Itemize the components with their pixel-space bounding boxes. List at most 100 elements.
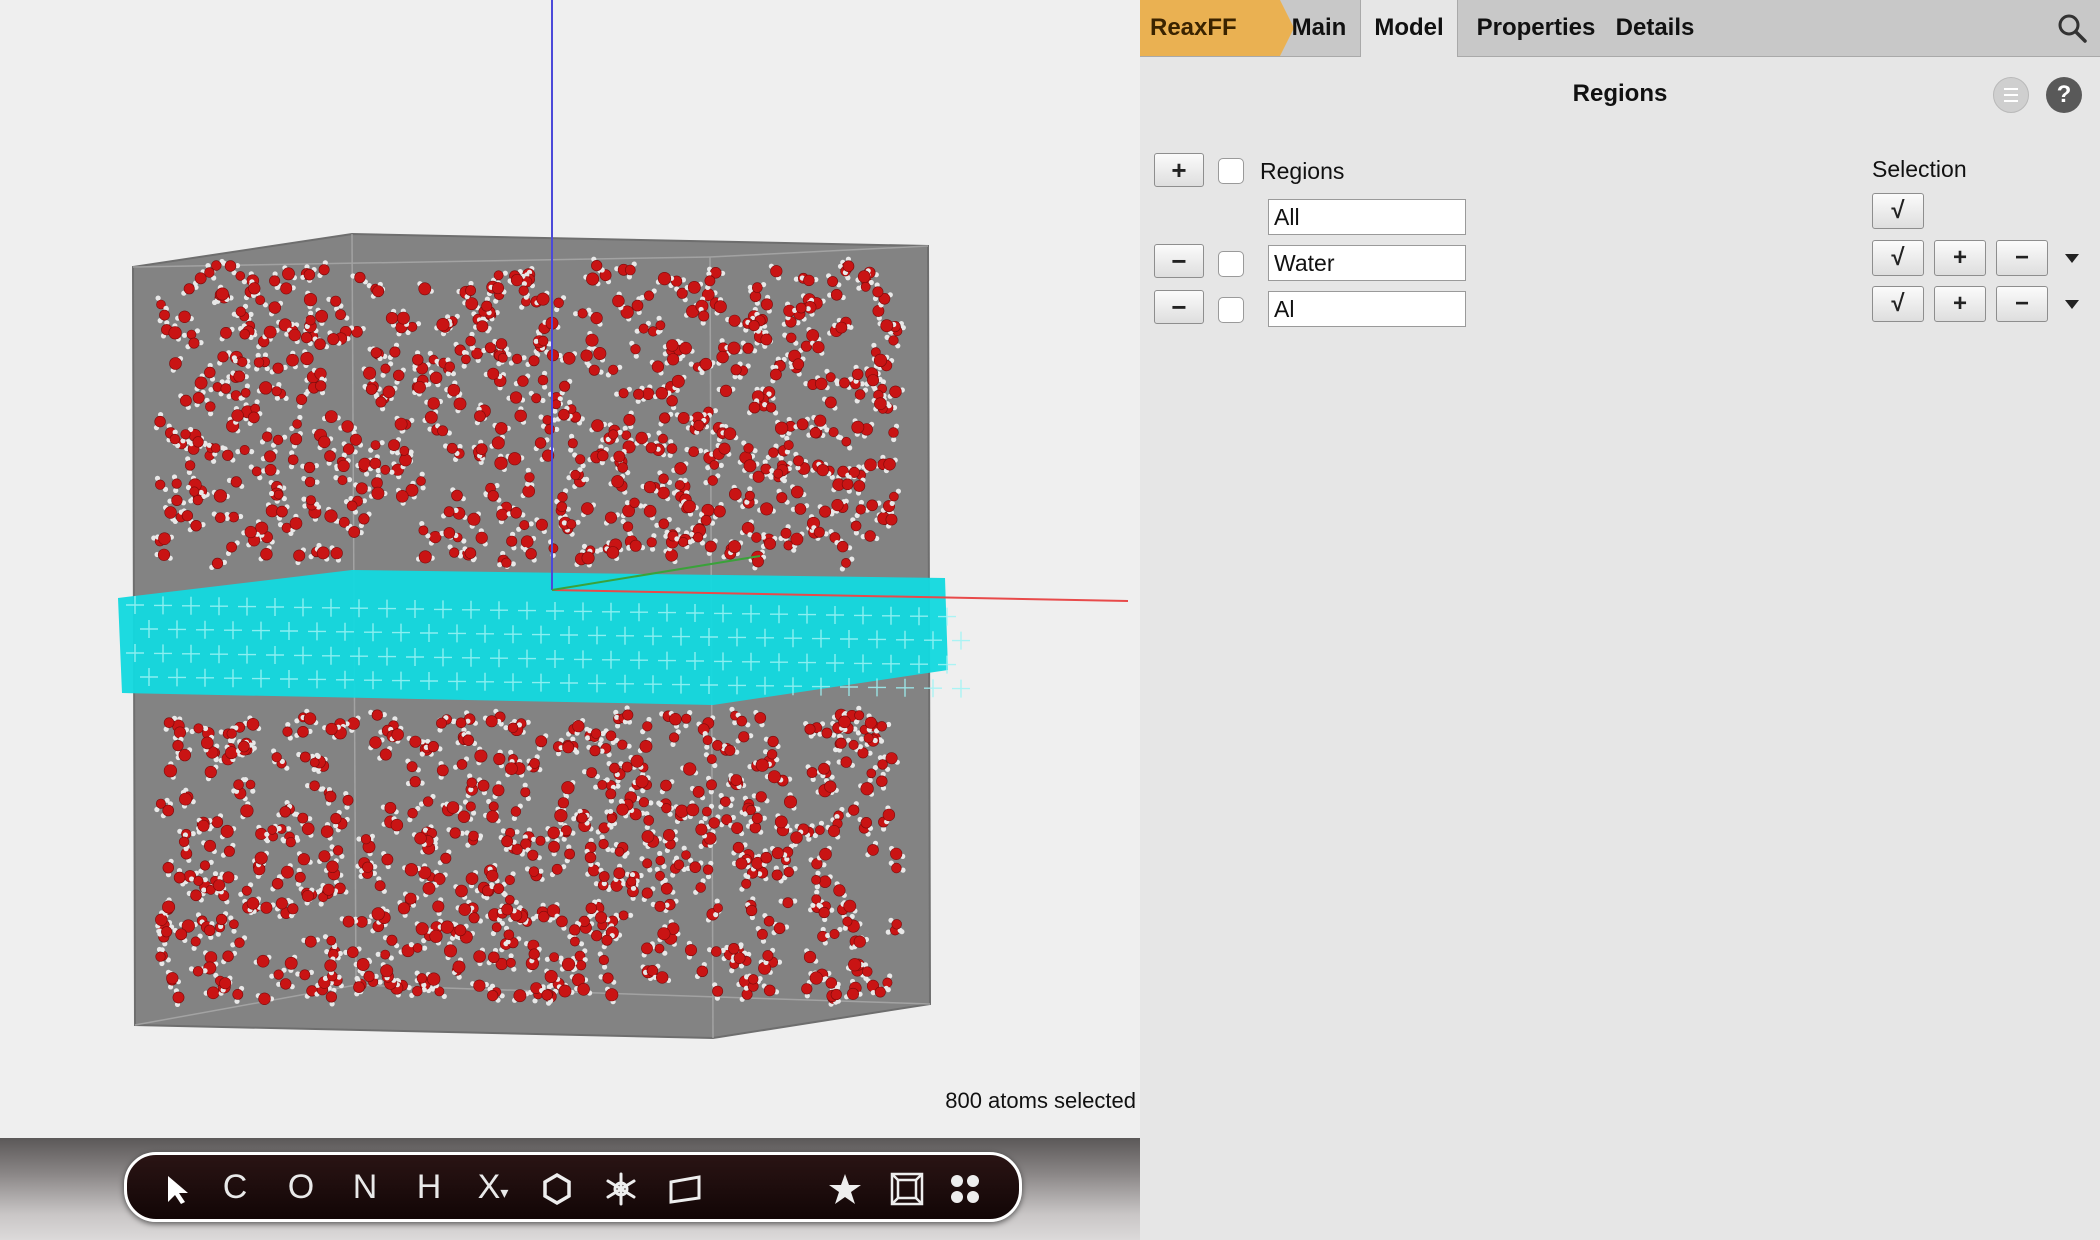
hydrogen-atom [747, 486, 753, 492]
dropdown-icon: ▾ [500, 1185, 509, 1202]
oxygen-atom [671, 374, 685, 388]
oxygen-atom [641, 830, 655, 843]
oxygen-atom [287, 903, 299, 915]
oxygen-atom [304, 461, 316, 474]
molecule-canvas[interactable] [0, 0, 1140, 1138]
tab-properties[interactable]: Properties [1466, 0, 1606, 56]
crystal-tool[interactable] [879, 1155, 935, 1219]
oxygen-atom [569, 924, 581, 936]
molecules-tool[interactable] [937, 1155, 993, 1219]
oxygen-atom [767, 770, 781, 784]
oxygen-atom [178, 836, 190, 847]
oxygen-atom [461, 354, 471, 365]
molecule-viewer[interactable]: 800 atoms selected [0, 0, 1140, 1138]
oxygen-atom [657, 272, 672, 286]
select-region-button[interactable]: √ [1872, 286, 1924, 322]
oxygen-atom [561, 781, 575, 795]
oxygen-atom [621, 761, 633, 773]
oxygen-atom [468, 830, 479, 842]
oxygen-atom [256, 954, 270, 968]
oxygen-atom [888, 427, 899, 438]
oxygen-atom [412, 985, 423, 997]
oxygen-atom [314, 338, 326, 350]
hydrogen-atom [377, 979, 383, 985]
oxygen-atom [841, 558, 851, 568]
add-to-region-button[interactable]: + [1934, 240, 1986, 276]
oxygen-atom [790, 831, 803, 844]
oxygen-atom [606, 813, 617, 824]
oxygen-atom [466, 777, 477, 788]
remove-from-region-button[interactable]: − [1996, 240, 2048, 276]
region-options-dropdown[interactable] [2065, 300, 2079, 309]
hydrogen-atom [778, 455, 784, 461]
hydrogen-atom [608, 808, 614, 815]
oxygen-atom [155, 479, 166, 490]
oxygen-atom [427, 972, 441, 986]
oxygen-atom [763, 537, 776, 550]
nitrogen-tool[interactable]: N [337, 1155, 393, 1219]
plane-tool[interactable] [657, 1155, 713, 1219]
oxygen-atom [730, 364, 742, 376]
oxygen-atom [835, 737, 847, 749]
oxygen-atom [660, 882, 673, 895]
hydrogen-atom [420, 485, 426, 491]
select-region-button[interactable]: √ [1872, 193, 1924, 229]
carbon-tool[interactable]: C [207, 1155, 263, 1219]
favorites-tool[interactable] [817, 1155, 873, 1219]
region-checkbox[interactable] [1218, 251, 1244, 277]
ring-tool[interactable] [529, 1155, 585, 1219]
freeze-tool[interactable] [593, 1155, 649, 1219]
tab-reaxff[interactable]: ReaxFF [1140, 0, 1294, 56]
oxygen-atom [303, 712, 317, 725]
hydrogen-atom [461, 349, 468, 356]
oxygen-atom [631, 299, 644, 312]
region-checkbox[interactable] [1218, 297, 1244, 323]
oxygen-atom [874, 986, 886, 998]
oxygen-atom [712, 740, 723, 751]
tab-details[interactable]: Details [1610, 0, 1700, 56]
region-name-field[interactable]: Al [1268, 291, 1466, 327]
oxygen-atom [356, 958, 370, 971]
help-icon[interactable]: ? [2046, 77, 2082, 113]
oxygen-atom [315, 380, 327, 392]
oxygen-atom [809, 427, 822, 439]
oxygen-atom [409, 735, 422, 748]
hydrogen-atom [607, 822, 613, 828]
region-name-field[interactable]: All [1268, 199, 1466, 235]
oxygen-atom [748, 401, 761, 414]
oxygen-atom [876, 721, 887, 732]
oxygen-atom [658, 433, 668, 444]
region-name-field[interactable]: Water [1268, 245, 1466, 281]
add-to-region-button[interactable]: + [1934, 286, 1986, 322]
tab-model[interactable]: Model [1360, 0, 1458, 57]
other-element-tool[interactable]: X▾ [465, 1155, 521, 1219]
hydrogen-atom [181, 332, 188, 338]
oxygen-atom [282, 267, 295, 281]
oxygen-atom [358, 513, 370, 525]
oxygen-tool[interactable]: O [273, 1155, 329, 1219]
add-region-button[interactable]: + [1154, 153, 1204, 187]
remove-region-button[interactable]: − [1154, 290, 1204, 324]
regions-select-all-checkbox[interactable] [1218, 158, 1244, 184]
oxygen-atom [455, 717, 467, 729]
search-icon[interactable] [2056, 12, 2088, 44]
hydrogen-tool[interactable]: H [401, 1155, 457, 1219]
oxygen-atom [233, 370, 246, 383]
select-tool[interactable] [149, 1155, 205, 1219]
oxygen-atom [658, 518, 670, 530]
menu-icon[interactable] [1993, 77, 2029, 113]
region-options-dropdown[interactable] [2065, 254, 2079, 263]
tab-main[interactable]: Main [1278, 0, 1360, 56]
select-region-button[interactable]: √ [1872, 240, 1924, 276]
oxygen-atom [292, 419, 302, 429]
oxygen-atom [877, 759, 888, 770]
oxygen-atom [422, 796, 434, 807]
oxygen-atom [222, 950, 234, 962]
oxygen-atom [454, 924, 467, 937]
oxygen-atom [300, 351, 314, 366]
remove-from-region-button[interactable]: − [1996, 286, 2048, 322]
oxygen-atom [155, 951, 166, 962]
remove-region-button[interactable]: − [1154, 244, 1204, 278]
oxygen-atom [172, 739, 184, 752]
oxygen-atom [524, 472, 535, 483]
